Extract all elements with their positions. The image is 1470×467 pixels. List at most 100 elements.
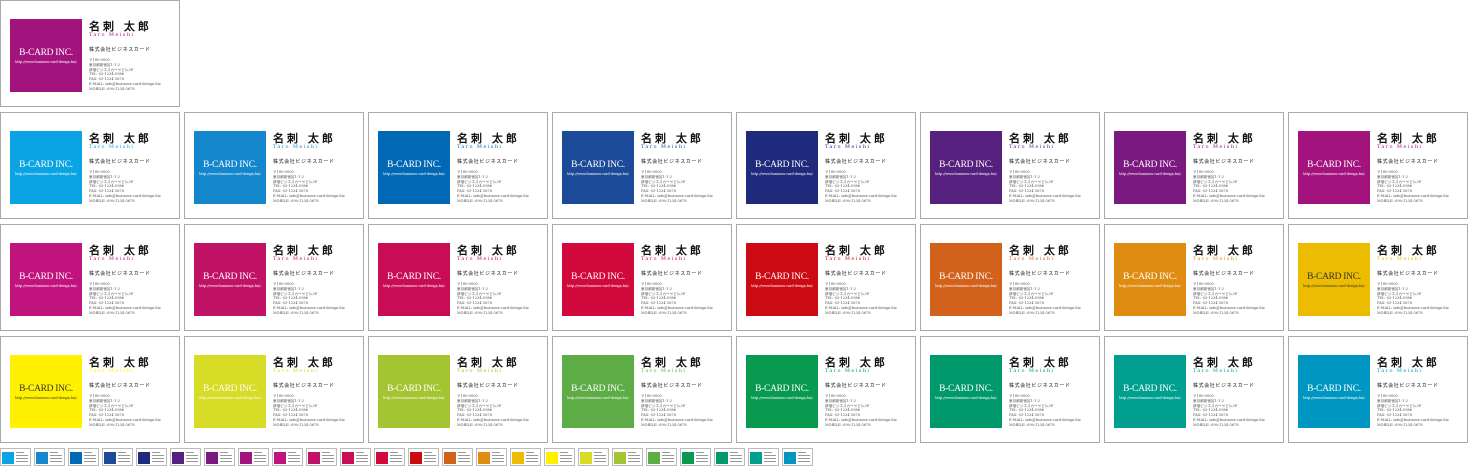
thumbnail-color-block [138, 452, 150, 464]
thumbnail-color-block [580, 452, 592, 464]
company-url: http://www.business-card-design.biz/ [1303, 284, 1365, 288]
business-card[interactable]: B-CARD INC. http://www.business-card-desi… [552, 336, 732, 443]
thumbnail-color-block [512, 452, 524, 464]
thumbnail-text-line [152, 452, 160, 453]
thumbnail-text-line [16, 455, 28, 456]
card-thumbnail[interactable] [340, 448, 371, 466]
card-thumbnail[interactable] [680, 448, 711, 466]
thumbnail-color-block [750, 452, 762, 464]
thumbnail-text-line [322, 452, 330, 453]
contact-line: MOBILE: 090-1234-5678 [457, 310, 503, 315]
contact-line: MOBILE: 090-1234-5678 [1377, 198, 1423, 203]
business-card[interactable]: B-CARD INC. http://www.business-card-desi… [0, 0, 180, 107]
card-thumbnail[interactable] [646, 448, 677, 466]
business-card[interactable]: B-CARD INC. http://www.business-card-desi… [736, 112, 916, 219]
thumbnail-text-line [458, 455, 470, 456]
card-thumbnail[interactable] [782, 448, 813, 466]
contact-details: 〒180-0000 東京都新宿区1-1-2 新宿ビジネスカードビル2F TEL: 03… [1193, 394, 1265, 428]
contact-details: 〒180-0000 東京都新宿区1-1-2 新宿ビジネスカードビル2F TEL: 03… [1193, 170, 1265, 204]
business-card[interactable]: B-CARD INC. http://www.business-card-desi… [1104, 112, 1284, 219]
business-card[interactable]: B-CARD INC. http://www.business-card-desi… [736, 224, 916, 331]
thumbnail-text-line [764, 461, 776, 462]
color-block: B-CARD INC. http://www.business-card-desi… [930, 355, 1002, 428]
business-card[interactable]: B-CARD INC. http://www.business-card-desi… [736, 336, 916, 443]
business-card[interactable]: B-CARD INC. http://www.business-card-desi… [184, 224, 364, 331]
person-name-romaji: Taro Meishi [1193, 144, 1239, 150]
card-thumbnail[interactable] [442, 448, 473, 466]
company-name: 株式会社ビジネスカード [1193, 383, 1255, 389]
contact-details: 〒180-0000 東京都新宿区1-1-2 新宿ビジネスカードビル2F TEL: 03… [89, 394, 161, 428]
card-thumbnail[interactable] [170, 448, 201, 466]
card-thumbnail[interactable] [578, 448, 609, 466]
contact-details: 〒180-0000 東京都新宿区1-1-2 新宿ビジネスカードビル2F TEL: 03… [273, 394, 345, 428]
card-thumbnail[interactable] [136, 448, 167, 466]
business-card[interactable]: B-CARD INC. http://www.business-card-desi… [368, 112, 548, 219]
thumbnail-color-block [376, 452, 388, 464]
business-card[interactable]: B-CARD INC. http://www.business-card-desi… [0, 112, 180, 219]
card-thumbnail[interactable] [204, 448, 235, 466]
thumbnail-text-line [356, 455, 368, 456]
card-thumbnail[interactable] [238, 448, 269, 466]
business-card[interactable]: B-CARD INC. http://www.business-card-desi… [552, 224, 732, 331]
thumbnail-text-line [16, 461, 28, 462]
color-block: B-CARD INC. http://www.business-card-desi… [10, 355, 82, 428]
business-card[interactable]: B-CARD INC. http://www.business-card-desi… [368, 336, 548, 443]
contact-line: MOBILE: 090-1234-5678 [641, 198, 687, 203]
card-thumbnail[interactable] [408, 448, 439, 466]
color-block: B-CARD INC. http://www.business-card-desi… [378, 131, 450, 204]
thumbnail-text-line [696, 458, 708, 459]
card-thumbnail[interactable] [68, 448, 99, 466]
card-thumbnail[interactable] [714, 448, 745, 466]
card-thumbnail[interactable] [748, 448, 779, 466]
thumbnail-text-line [730, 455, 742, 456]
thumbnail-text-line [322, 458, 334, 459]
business-card[interactable]: B-CARD INC. http://www.business-card-desi… [1104, 224, 1284, 331]
card-thumbnail[interactable] [510, 448, 541, 466]
business-card[interactable]: B-CARD INC. http://www.business-card-desi… [1104, 336, 1284, 443]
business-card[interactable]: B-CARD INC. http://www.business-card-desi… [920, 224, 1100, 331]
card-thumbnail[interactable] [102, 448, 133, 466]
person-name-romaji: Taro Meishi [89, 368, 135, 374]
company-name: 株式会社ビジネスカード [457, 271, 519, 277]
business-card[interactable]: B-CARD INC. http://www.business-card-desi… [1288, 112, 1468, 219]
card-thumbnail[interactable] [374, 448, 405, 466]
company-name: 株式会社ビジネスカード [89, 159, 151, 165]
thumbnail-text-line [50, 455, 62, 456]
card-thumbnail[interactable] [306, 448, 337, 466]
business-card[interactable]: B-CARD INC. http://www.business-card-desi… [920, 336, 1100, 443]
company-logo: B-CARD INC. [19, 272, 73, 282]
thumbnail-text-line [628, 461, 640, 462]
thumbnail-text-line [254, 458, 266, 459]
contact-details: 〒180-0000 東京都新宿区1-1-2 新宿ビジネスカードビル2F TEL: 03… [89, 58, 161, 92]
card-thumbnail[interactable] [34, 448, 65, 466]
company-logo: B-CARD INC. [939, 160, 993, 170]
company-logo: B-CARD INC. [939, 272, 993, 282]
business-card[interactable]: B-CARD INC. http://www.business-card-desi… [1288, 224, 1468, 331]
company-name: 株式会社ビジネスカード [1009, 271, 1071, 277]
thumbnail-text-line [288, 452, 296, 453]
business-card[interactable]: B-CARD INC. http://www.business-card-desi… [1288, 336, 1468, 443]
business-card[interactable]: B-CARD INC. http://www.business-card-desi… [0, 224, 180, 331]
thumbnail-text-line [288, 455, 300, 456]
color-block: B-CARD INC. http://www.business-card-desi… [1298, 243, 1370, 316]
business-card[interactable]: B-CARD INC. http://www.business-card-desi… [920, 112, 1100, 219]
card-thumbnail[interactable] [612, 448, 643, 466]
business-card[interactable]: B-CARD INC. http://www.business-card-desi… [552, 112, 732, 219]
thumbnail-text-line [526, 458, 538, 459]
business-card[interactable]: B-CARD INC. http://www.business-card-desi… [184, 112, 364, 219]
card-thumbnail[interactable] [544, 448, 575, 466]
business-card[interactable]: B-CARD INC. http://www.business-card-desi… [184, 336, 364, 443]
color-block: B-CARD INC. http://www.business-card-desi… [562, 243, 634, 316]
thumbnail-text-line [764, 458, 776, 459]
person-name-romaji: Taro Meishi [273, 256, 319, 262]
thumbnail-text-line [390, 461, 402, 462]
card-thumbnail[interactable] [0, 448, 31, 466]
business-card[interactable]: B-CARD INC. http://www.business-card-desi… [0, 336, 180, 443]
card-thumbnail[interactable] [272, 448, 303, 466]
business-card[interactable]: B-CARD INC. http://www.business-card-desi… [368, 224, 548, 331]
company-url: http://www.business-card-design.biz/ [935, 172, 997, 176]
thumbnail-text-line [696, 452, 704, 453]
company-name: 株式会社ビジネスカード [641, 159, 703, 165]
contact-line: MOBILE: 090-1234-5678 [1377, 310, 1423, 315]
card-thumbnail[interactable] [476, 448, 507, 466]
